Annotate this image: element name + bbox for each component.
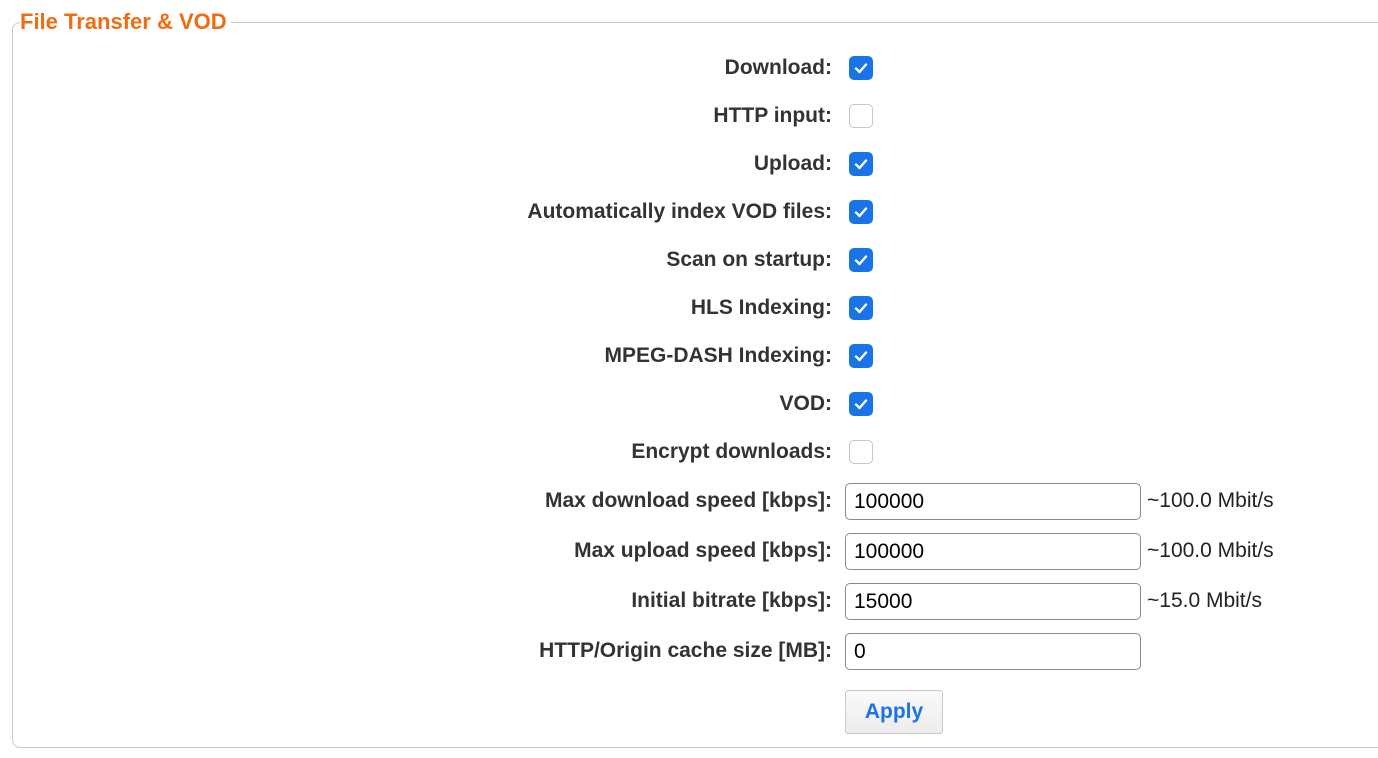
setting-row-dash-indexing: MPEG-DASH Indexing: xyxy=(0,336,1378,376)
vod-label: VOD: xyxy=(779,392,833,415)
setting-row-auto-index: Automatically index VOD files: xyxy=(0,192,1378,232)
vod-checkbox[interactable] xyxy=(849,392,873,416)
cache-size-label: HTTP/Origin cache size [MB]: xyxy=(539,639,832,662)
max-download-speed-hint: ~100.0 Mbit/s xyxy=(1147,489,1274,512)
initial-bitrate-hint: ~15.0 Mbit/s xyxy=(1147,589,1262,612)
scan-startup-checkbox[interactable] xyxy=(849,248,873,272)
checkmark-icon xyxy=(854,399,868,410)
checkmark-icon xyxy=(854,255,868,266)
auto-index-checkbox[interactable] xyxy=(849,200,873,224)
initial-bitrate-input[interactable] xyxy=(845,583,1141,620)
section-title: File Transfer & VOD xyxy=(20,9,231,35)
setting-row-scan-startup: Scan on startup: xyxy=(0,240,1378,280)
checkmark-icon xyxy=(854,63,868,74)
dash-indexing-label: MPEG-DASH Indexing: xyxy=(604,344,832,367)
hls-indexing-checkbox[interactable] xyxy=(849,296,873,320)
max-download-speed-input[interactable] xyxy=(845,483,1141,520)
upload-label: Upload: xyxy=(753,152,832,175)
auto-index-label: Automatically index VOD files: xyxy=(527,200,832,223)
http-input-label: HTTP input: xyxy=(713,104,832,127)
encrypt-downloads-checkbox[interactable] xyxy=(849,440,873,464)
cache-size-input[interactable] xyxy=(845,633,1141,670)
download-label: Download: xyxy=(724,56,832,79)
setting-row-upload: Upload: xyxy=(0,144,1378,184)
setting-row-max-download-speed: Max download speed [kbps]: ~100.0 Mbit/s xyxy=(0,481,1378,521)
max-upload-speed-hint: ~100.0 Mbit/s xyxy=(1147,539,1274,562)
download-checkbox[interactable] xyxy=(849,56,873,80)
setting-row-download: Download: xyxy=(0,48,1378,88)
setting-row-encrypt-downloads: Encrypt downloads: xyxy=(0,432,1378,472)
apply-button[interactable]: Apply xyxy=(845,690,943,734)
checkmark-icon xyxy=(854,207,868,218)
setting-row-cache-size: HTTP/Origin cache size [MB]: xyxy=(0,631,1378,671)
checkmark-icon xyxy=(854,159,868,170)
initial-bitrate-label: Initial bitrate [kbps]: xyxy=(631,589,832,612)
dash-indexing-checkbox[interactable] xyxy=(849,344,873,368)
checkmark-icon xyxy=(854,351,868,362)
hls-indexing-label: HLS Indexing: xyxy=(690,296,832,319)
max-upload-speed-input[interactable] xyxy=(845,533,1141,570)
http-input-checkbox[interactable] xyxy=(849,104,873,128)
setting-row-hls-indexing: HLS Indexing: xyxy=(0,288,1378,328)
upload-checkbox[interactable] xyxy=(849,152,873,176)
setting-row-http-input: HTTP input: xyxy=(0,96,1378,136)
setting-row-initial-bitrate: Initial bitrate [kbps]: ~15.0 Mbit/s xyxy=(0,581,1378,621)
max-upload-speed-label: Max upload speed [kbps]: xyxy=(574,539,832,562)
setting-row-vod: VOD: xyxy=(0,384,1378,424)
scan-startup-label: Scan on startup: xyxy=(666,248,832,271)
encrypt-downloads-label: Encrypt downloads: xyxy=(631,440,832,463)
setting-row-max-upload-speed: Max upload speed [kbps]: ~100.0 Mbit/s xyxy=(0,531,1378,571)
max-download-speed-label: Max download speed [kbps]: xyxy=(544,489,832,512)
checkmark-icon xyxy=(854,303,868,314)
